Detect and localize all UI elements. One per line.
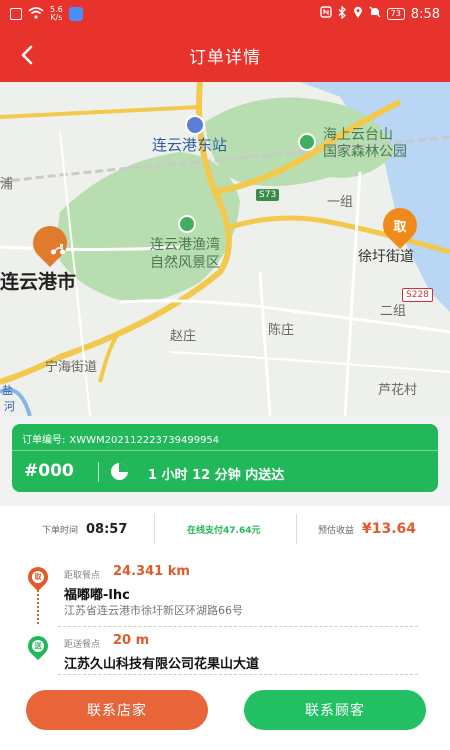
- order-sequence: #000: [24, 461, 74, 481]
- map-label-ninghai-street: 宁海街道: [45, 360, 98, 375]
- alert-icon: [10, 8, 22, 20]
- status-bar: 5.6 K/s 73 8:58: [0, 0, 450, 28]
- app-notification-icon: [68, 7, 83, 21]
- battery-icon: 73: [386, 8, 405, 20]
- order-time-label: 下单时间: [42, 525, 79, 536]
- map-label-chenzhuang: 陈庄: [268, 323, 295, 338]
- title-bar: 订单详情: [0, 28, 450, 82]
- park-icon[interactable]: [298, 133, 316, 151]
- clock-icon: [111, 463, 128, 480]
- dropoff-pin-icon: 送: [23, 631, 53, 661]
- nfc-icon: [319, 6, 332, 22]
- estimated-income: ¥13.64: [362, 521, 417, 537]
- map-label-edge-he: 河: [4, 400, 15, 413]
- contact-shop-button[interactable]: 联系店家: [26, 690, 208, 730]
- map-label-city: 连云港市: [0, 271, 77, 293]
- wifi-icon: [28, 6, 44, 22]
- clock-time: 8:58: [410, 6, 440, 22]
- payment-info: 在线支付47.64元: [187, 525, 261, 536]
- address-panel: 取 距取餐点 24.341 km 福嘟嘟-lhc 江苏省连云港市徐圩新区环湖路6…: [0, 552, 450, 678]
- address-divider: [58, 626, 418, 627]
- contact-customer-button[interactable]: 联系顾客: [244, 690, 426, 730]
- map-label-yuwan-line1: 连云港渔湾: [150, 237, 220, 253]
- info-divider: [154, 514, 155, 544]
- map-label-park-line1: 海上云台山: [323, 127, 393, 143]
- order-time: 08:57: [86, 521, 128, 537]
- back-button[interactable]: [12, 40, 42, 70]
- customer-address: 江苏久山科技有限公司花果山大道: [64, 657, 260, 672]
- shop-address: 江苏省连云港市徐圩新区环湖路66号: [64, 604, 243, 617]
- order-number: XWWM202112223739499954: [69, 435, 220, 446]
- order-card-separator: [98, 462, 99, 482]
- address-divider: [58, 674, 418, 675]
- map-view[interactable]: 连云港东站 海上云台山 国家森林公园 连云港渔湾 自然风景区 S73 S228 …: [0, 82, 450, 416]
- map-label-yizu: 一组: [327, 195, 354, 210]
- info-divider: [296, 514, 297, 544]
- map-label-edge-yan: 盐: [2, 384, 13, 397]
- pickup-distance-label: 距取餐点: [64, 571, 101, 581]
- dropoff-distance: 20 m: [113, 633, 150, 648]
- station-icon[interactable]: [185, 115, 205, 135]
- pickup-pin-icon: 取: [23, 562, 53, 592]
- battery-level: 73: [390, 9, 401, 18]
- page-title: 订单详情: [189, 47, 261, 68]
- order-number-label: 订单编号:: [22, 435, 66, 446]
- bluetooth-icon: [338, 5, 347, 23]
- map-label-edge-pu: 浦: [0, 177, 14, 192]
- order-time-cell: 下单时间 08:57: [42, 506, 127, 552]
- income-label: 预估收益: [318, 525, 355, 536]
- order-info-row: 下单时间 08:57 在线支付47.64元 预估收益 ¥13.64: [0, 506, 450, 552]
- pickup-marker-label: 取: [393, 219, 407, 235]
- dropoff-distance-label: 距送餐点: [64, 640, 101, 650]
- order-card-divider: [12, 450, 438, 451]
- map-label-park-line2: 国家森林公园: [323, 144, 407, 160]
- route-dots: [37, 590, 39, 624]
- map-label-zhaozhuang: 赵庄: [170, 329, 197, 344]
- network-speed: 5.6 K/s: [50, 6, 63, 22]
- map-label-east-station: 连云港东站: [152, 136, 228, 154]
- road-shield-s73: S73: [256, 189, 280, 201]
- shop-name: 福嘟嘟-lhc: [64, 588, 130, 603]
- scenic-area-icon[interactable]: [178, 215, 196, 233]
- order-number-row: 订单编号: XWWM202112223739499954: [22, 431, 219, 446]
- income-cell: 预估收益 ¥13.64: [318, 506, 416, 552]
- dropoff-pin-char: 送: [32, 640, 44, 652]
- map-label-yuwan-line2: 自然风景区: [150, 255, 220, 271]
- map-label-luhuacun: 芦花村: [378, 383, 418, 398]
- road-shield-s228: S228: [402, 288, 433, 302]
- location-icon: [353, 6, 363, 23]
- bottom-action-bar: 联系店家 联系顾客: [0, 678, 450, 750]
- mute-icon: [369, 6, 381, 22]
- network-speed-unit: K/s: [50, 13, 63, 22]
- pickup-pin-char: 取: [32, 571, 44, 583]
- delivery-time: 1 小时 12 分钟 内送达: [148, 468, 285, 483]
- map-label-erzu: 二组: [380, 304, 407, 319]
- order-summary-card: 订单编号: XWWM202112223739499954 #000 1 小时 12…: [12, 424, 438, 492]
- map-label-xuyu-street: 徐圩街道: [358, 249, 414, 265]
- pickup-distance: 24.341 km: [113, 564, 190, 579]
- payment-cell: 在线支付47.64元: [187, 506, 260, 552]
- chevron-left-icon: [21, 45, 33, 65]
